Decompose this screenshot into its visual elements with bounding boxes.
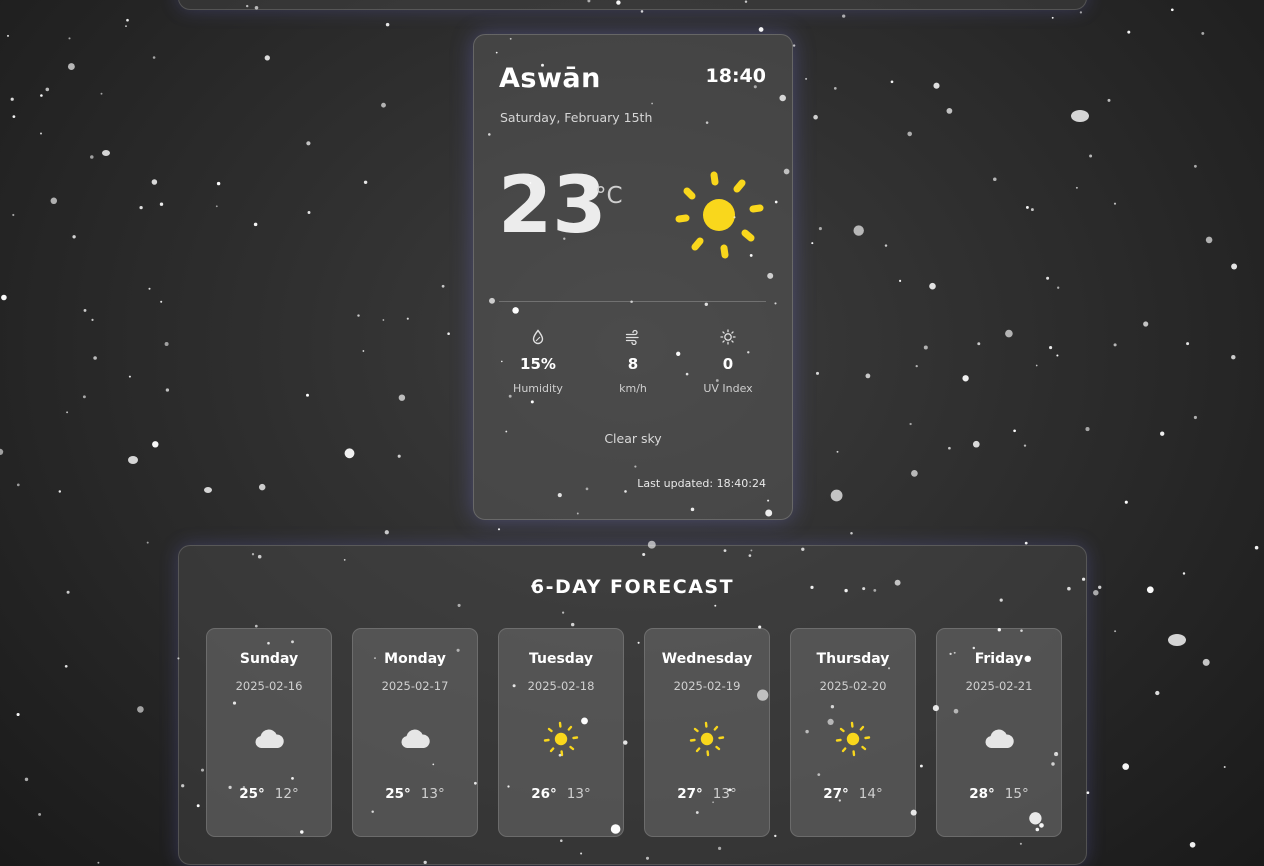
day-name: Tuesday	[529, 651, 593, 667]
day-temps: 27° 14°	[791, 786, 915, 802]
day-high: 27°	[823, 786, 849, 802]
forecast-day-friday: Friday 2025-02-21 28° 15°	[936, 628, 1062, 837]
day-low: 13°	[420, 786, 445, 802]
sun-icon	[689, 721, 725, 757]
humidity-value: 15%	[520, 355, 556, 373]
day-name: Monday	[384, 651, 446, 667]
forecast-day-monday: Monday 2025-02-17 25° 13°	[352, 628, 478, 837]
day-date: 2025-02-19	[673, 679, 741, 693]
day-low: 13°	[566, 786, 591, 802]
day-date: 2025-02-18	[527, 679, 595, 693]
day-date: 2025-02-16	[235, 679, 303, 693]
sun-icon	[835, 721, 871, 757]
day-name: Friday	[974, 651, 1024, 667]
day-low: 13°	[712, 786, 737, 802]
weather-condition: Clear sky	[604, 431, 662, 446]
humidity-icon	[532, 329, 544, 345]
sun-icon	[543, 721, 579, 757]
day-high: 28°	[969, 786, 995, 802]
day-date: 2025-02-20	[819, 679, 887, 693]
divider	[499, 301, 766, 302]
cloud-icon	[255, 729, 284, 748]
humidity-label: Humidity	[513, 382, 563, 395]
forecast-title: 6-DAY FORECAST	[530, 576, 735, 598]
cloud-icon	[401, 729, 430, 748]
day-high: 25°	[239, 786, 265, 802]
forecast-day-sunday: Sunday 2025-02-16 25° 12°	[206, 628, 332, 837]
current-date: Saturday, February 15th	[500, 110, 653, 125]
day-temps: 28° 15°	[937, 786, 1061, 802]
day-temps: 25° 12°	[207, 786, 331, 802]
day-temps: 26° 13°	[499, 786, 623, 802]
day-temps: 25° 13°	[353, 786, 477, 802]
temperature-unit: °C	[595, 183, 623, 209]
day-low: 15°	[1004, 786, 1029, 802]
wind-value: 8	[627, 355, 639, 373]
forecast-day-wednesday: Wednesday 2025-02-19 27° 13°	[644, 628, 770, 837]
humidity-stat: 15% Humidity	[493, 329, 583, 395]
wind-stat: 8 km/h	[588, 329, 678, 395]
day-name: Wednesday	[661, 651, 753, 667]
day-high: 27°	[677, 786, 703, 802]
current-weather-card: Aswān 18:40 Saturday, February 15th 23 °…	[473, 34, 793, 520]
day-date: 2025-02-21	[965, 679, 1033, 693]
uv-icon	[720, 329, 736, 345]
current-temperature: 23	[498, 161, 607, 251]
day-high: 26°	[531, 786, 557, 802]
cloud-icon	[985, 729, 1014, 748]
day-low: 12°	[274, 786, 299, 802]
day-name: Thursday	[816, 651, 890, 667]
forecast-days: Sunday 2025-02-16 25° 12° Monday 2025-02-…	[206, 628, 1062, 837]
wind-label: km/h	[619, 382, 647, 395]
last-updated: Last updated: 18:40:24	[637, 477, 766, 490]
forecast-card: 6-DAY FORECAST Sunday 2025-02-16 25° 12° …	[178, 545, 1087, 865]
day-high: 25°	[385, 786, 411, 802]
forecast-day-thursday: Thursday 2025-02-20 27° 14°	[790, 628, 916, 837]
day-temps: 27° 13°	[645, 786, 769, 802]
sun-icon	[675, 171, 764, 259]
wind-icon	[625, 329, 639, 345]
day-name: Sunday	[239, 651, 299, 667]
uv-label: UV Index	[703, 382, 753, 395]
uv-value: 0	[722, 355, 734, 373]
previous-panel-edge	[178, 0, 1087, 10]
day-low: 14°	[858, 786, 883, 802]
local-time: 18:40	[705, 65, 766, 87]
day-date: 2025-02-17	[381, 679, 449, 693]
forecast-day-tuesday: Tuesday 2025-02-18 26° 13°	[498, 628, 624, 837]
city-name: Aswān	[499, 63, 601, 94]
uv-stat: 0 UV Index	[683, 329, 773, 395]
